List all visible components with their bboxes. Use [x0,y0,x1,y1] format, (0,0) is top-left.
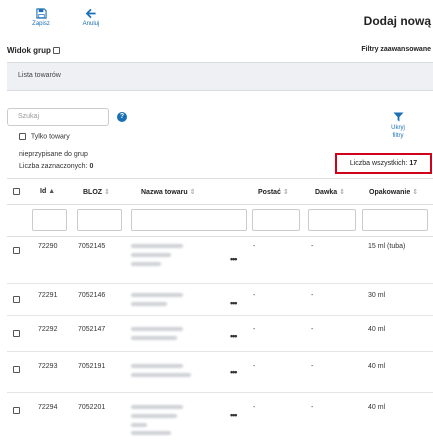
column-header-bloz[interactable]: BLOZ ⇕ [83,188,110,196]
row-more-menu[interactable]: ••• [230,254,238,264]
row-more-menu[interactable]: ••• [230,367,238,377]
row-checkbox[interactable] [13,296,20,303]
cancel-button[interactable]: Anuluj [76,8,106,27]
filter-id-input[interactable] [32,209,67,231]
total-count: Liczba wszystkich: 17 [335,153,432,174]
table-row[interactable]: 72292 7052147 ••• - - 40 ml [7,316,433,352]
filter-form-input[interactable] [252,209,300,231]
row-more-menu[interactable]: ••• [230,298,238,308]
select-all-checkbox[interactable] [13,188,20,195]
page-title: Dodaj nową [363,14,431,28]
cancel-label: Anuluj [82,21,100,27]
product-list-title: Lista towarów [18,72,61,79]
filter-bloz-input[interactable] [77,209,122,231]
column-header-form[interactable]: Postać ⇕ [258,188,289,196]
row-bloz: 7052146 [78,292,106,299]
only-ungrouped-checkbox[interactable] [19,133,26,140]
row-dose: - [311,404,314,411]
only-ungrouped-label: Tylko towary [30,133,70,141]
row-form: - [253,243,256,250]
total-count-value: 17 [409,160,418,167]
column-header-dose[interactable]: Dawka ⇕ [315,188,345,196]
row-dose: - [311,326,314,333]
search-input[interactable]: Szukaj [7,108,109,126]
column-header-name[interactable]: Nazwa towaru ⇕ [141,188,196,196]
table-row[interactable]: 72293 7052191 ••• - - 40 ml [7,352,433,393]
row-id: 72291 [38,292,58,299]
selected-count: Liczba zaznaczonych: 0 [19,163,93,170]
row-bloz: 7052191 [78,363,106,370]
filter-package-input[interactable] [362,209,428,231]
column-filter-row [7,205,433,237]
hide-filters-label-1: Ukryj [391,125,405,131]
total-count-label: Liczba wszystkich: [349,160,408,167]
row-dose: - [311,363,314,370]
save-button[interactable]: Zapisz [26,8,56,27]
row-form: - [253,292,256,299]
row-more-menu[interactable]: ••• [230,410,238,420]
selected-count-value: 0 [89,163,94,170]
save-label: Zapisz [32,21,50,27]
row-id: 72292 [38,326,58,333]
row-checkbox[interactable] [13,247,20,254]
row-bloz: 7052147 [78,326,106,333]
filter-name-input[interactable] [131,209,247,231]
hide-filters-label-2: filtry [392,133,404,139]
row-checkbox[interactable] [13,330,20,337]
row-package: 30 ml [368,292,386,299]
funnel-icon [393,112,403,122]
group-view-checkbox[interactable] [52,47,60,54]
row-form: - [253,404,256,411]
hide-filters-button[interactable]: Ukryj filtry [383,112,413,140]
row-id: 72294 [38,404,58,411]
row-more-menu[interactable]: ••• [230,331,238,341]
row-checkbox[interactable] [13,407,20,414]
only-ungrouped-option[interactable]: Tylko towary [19,133,70,140]
row-form: - [253,363,256,370]
column-header-id[interactable]: Id ▲ [40,188,55,195]
row-package: 40 ml [368,326,386,333]
row-bloz: 7052201 [78,404,106,411]
filter-dose-input[interactable] [308,209,356,231]
row-checkbox[interactable] [13,366,20,373]
table-header: Id ▲ BLOZ ⇕ Nazwa towaru ⇕ Postać ⇕ Dawk… [7,178,433,205]
row-dose: - [311,243,314,250]
column-header-package[interactable]: Opakowanie ⇕ [369,188,418,196]
advanced-filters-link[interactable]: Filtry zaawansowane [361,46,431,53]
row-package: 40 ml [368,404,386,411]
row-form: - [253,326,256,333]
only-ungrouped-label-2: nieprzypisane do grup [19,151,88,158]
floppy-disk-icon [35,8,47,19]
row-bloz: 7052145 [78,243,106,250]
group-view-toggle[interactable]: Widok grup [7,46,60,55]
row-id: 72290 [38,243,58,250]
selected-count-label: Liczba zaznaczonych: [19,163,88,170]
row-package: 40 ml [368,363,386,370]
row-id: 72293 [38,363,58,370]
table-row[interactable]: 72294 7052201 ••• - - 40 ml [7,393,433,441]
arrow-left-icon [85,8,96,19]
help-icon[interactable]: ? [117,112,127,122]
table-row[interactable]: 72290 7052145 ••• - - 15 ml (tuba) [7,237,433,284]
row-package: 15 ml (tuba) [368,243,406,250]
table-row[interactable]: 72291 7052146 ••• - - 30 ml [7,284,433,316]
row-dose: - [311,292,314,299]
group-view-label: Widok grup [7,46,51,55]
product-list-header: Lista towarów [7,62,433,91]
